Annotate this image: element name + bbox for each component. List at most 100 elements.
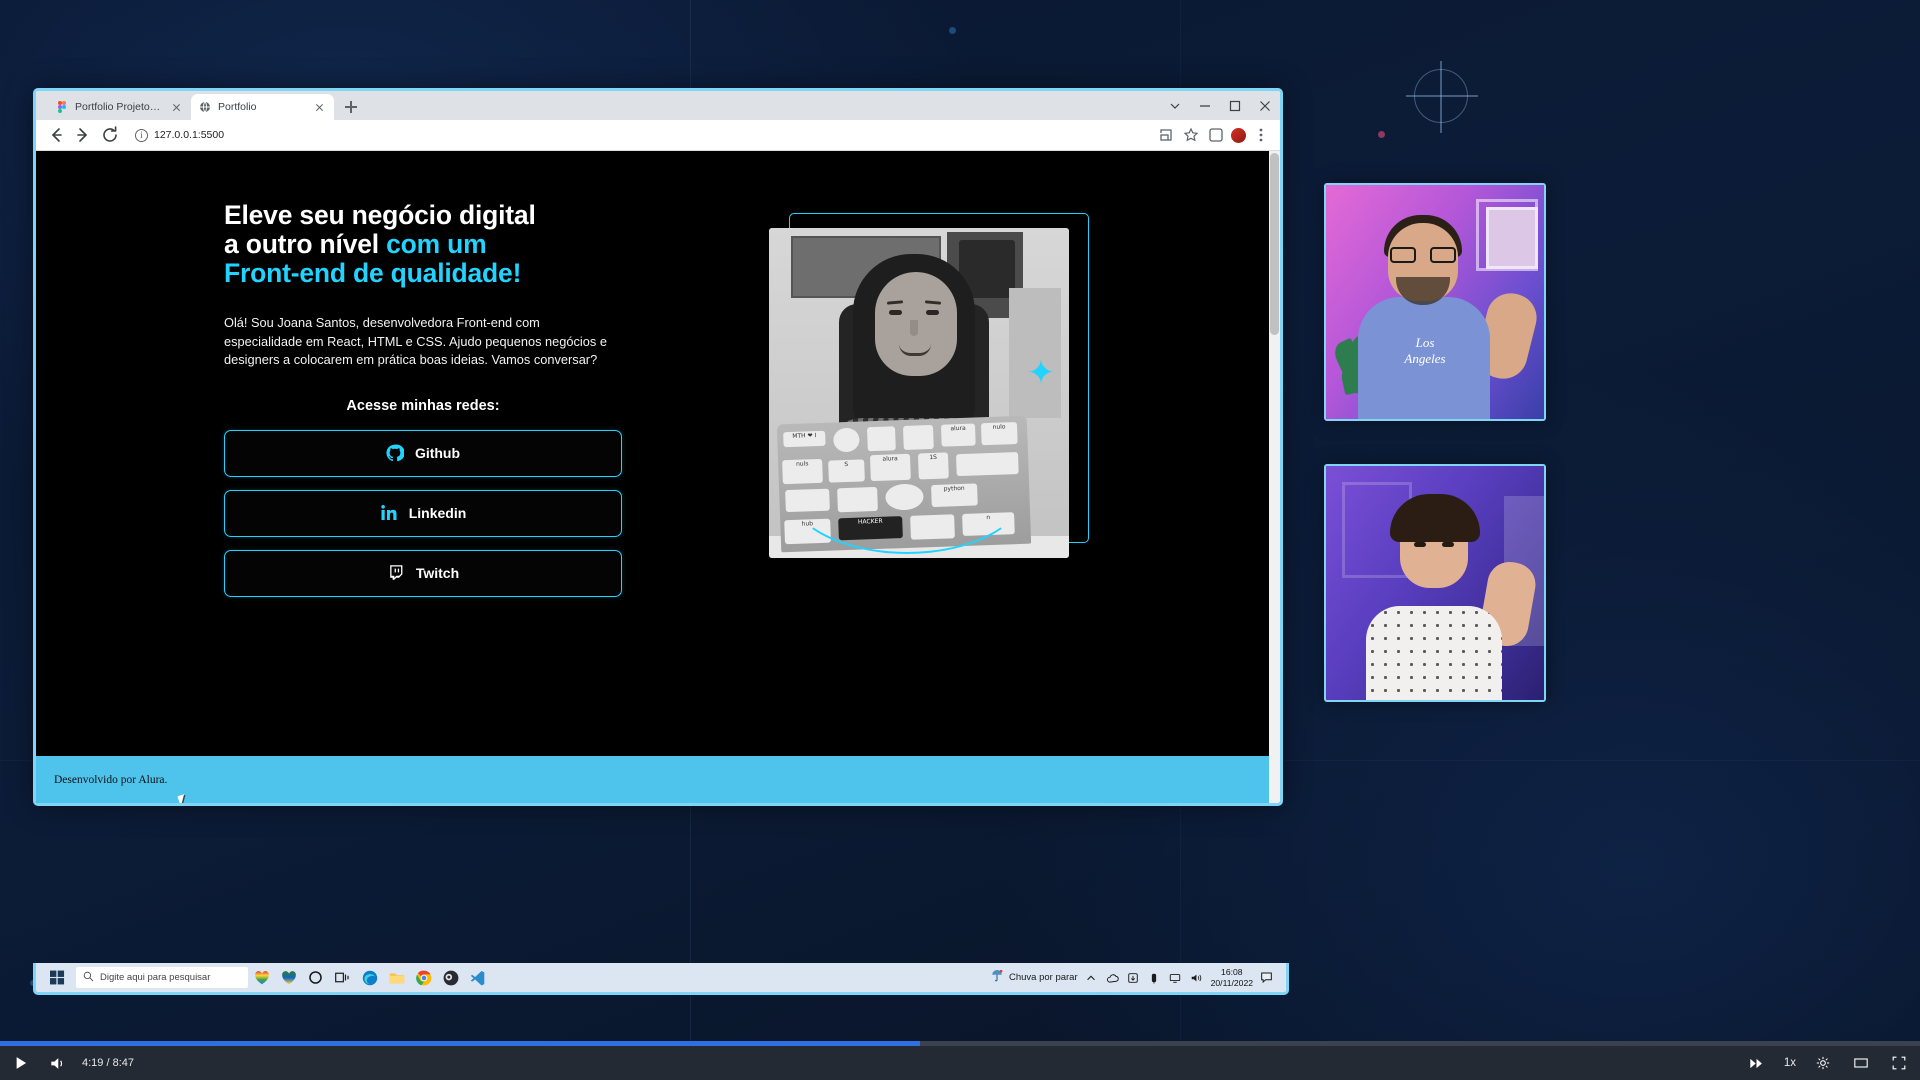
theater-mode-icon[interactable] bbox=[1850, 1052, 1872, 1074]
back-icon[interactable] bbox=[44, 123, 68, 147]
video-current-time: 4:19 bbox=[82, 1057, 104, 1069]
presenter-eye-right bbox=[1442, 542, 1454, 547]
cortana-icon[interactable] bbox=[302, 964, 329, 991]
hero-text-column: Eleve seu negócio digital a outro nível … bbox=[224, 200, 624, 597]
taskbar-clock[interactable]: 16:08 20/11/2022 bbox=[1211, 967, 1253, 988]
browser-tab-figma[interactable]: Portfolio Projeto 2 – Figma bbox=[48, 94, 191, 120]
close-icon[interactable] bbox=[1250, 91, 1280, 120]
task-view-icon[interactable] bbox=[329, 964, 356, 991]
video-time-label: 4:19 / 8:47 bbox=[82, 1057, 134, 1069]
new-tab-button[interactable] bbox=[340, 96, 362, 118]
chevron-down-icon[interactable] bbox=[1160, 91, 1190, 120]
close-icon[interactable] bbox=[169, 100, 183, 114]
play-icon[interactable] bbox=[10, 1052, 32, 1074]
browser-toolbar: i 127.0.0.1:5500 bbox=[36, 120, 1280, 151]
bio-paragraph: Olá! Sou Joana Santos, desenvolvedora Fr… bbox=[224, 315, 607, 368]
profile-photo: MTH ❤ I alura nulo nuls S alura 1S pytho… bbox=[769, 228, 1069, 558]
volume-icon[interactable] bbox=[46, 1052, 68, 1074]
presenter-camera-bottom bbox=[1324, 464, 1546, 702]
twitch-button[interactable]: Twitch bbox=[224, 549, 622, 597]
weather-widget[interactable]: Chuva por parar bbox=[990, 969, 1078, 986]
scrollbar-thumb[interactable] bbox=[1270, 153, 1279, 335]
headline-line-3-accent: Front-end de qualidade! bbox=[224, 258, 522, 289]
profile-avatar[interactable] bbox=[1230, 126, 1247, 144]
windows-taskbar: Digite aqui para pesquisar Chuva por par… bbox=[33, 963, 1289, 995]
extensions-icon[interactable] bbox=[1205, 124, 1227, 146]
hero-image-column: MTH ❤ I alura nulo nuls S alura 1S pytho… bbox=[769, 213, 1091, 578]
chevron-up-icon[interactable] bbox=[1085, 971, 1099, 985]
presenter-eye-left bbox=[1414, 542, 1426, 547]
linkedin-icon bbox=[380, 504, 398, 522]
browser-tab-title: Portfolio bbox=[218, 101, 257, 113]
obs-icon[interactable] bbox=[437, 964, 464, 991]
social-heading: Acesse minhas redes: bbox=[346, 397, 500, 414]
portfolio-page: Eleve seu negócio digital a outro nível … bbox=[36, 151, 1269, 803]
minimize-icon[interactable] bbox=[1190, 91, 1220, 120]
windows-start-icon[interactable] bbox=[42, 963, 72, 992]
video-total-time: 8:47 bbox=[112, 1057, 135, 1069]
browser-tab-title: Portfolio Projeto 2 – Figma bbox=[75, 101, 162, 113]
skip-forward-icon[interactable] bbox=[1746, 1052, 1768, 1074]
search-placeholder: Digite aqui para pesquisar bbox=[100, 972, 211, 983]
linkedin-button[interactable]: Linkedin bbox=[224, 489, 622, 537]
twitch-button-label: Twitch bbox=[415, 565, 460, 582]
clock-time: 16:08 bbox=[1221, 967, 1243, 978]
headline-line-2-accent: com um bbox=[386, 229, 487, 260]
network-icon[interactable] bbox=[1127, 971, 1141, 985]
edge-icon[interactable] bbox=[356, 964, 383, 991]
twitch-icon bbox=[387, 564, 405, 582]
video-time-separator: / bbox=[106, 1057, 110, 1069]
address-bar[interactable]: i 127.0.0.1:5500 bbox=[130, 124, 1152, 146]
social-button-list: Github Linkedin Twitch bbox=[224, 429, 622, 597]
umbrella-icon bbox=[990, 969, 1004, 986]
presenter-camera-top: Los Angeles bbox=[1324, 183, 1546, 421]
battery-icon[interactable] bbox=[1148, 971, 1162, 985]
chrome-icon[interactable] bbox=[410, 964, 437, 991]
close-icon[interactable] bbox=[312, 100, 326, 114]
gear-icon[interactable] bbox=[1812, 1052, 1834, 1074]
notification-icon[interactable] bbox=[1260, 971, 1274, 985]
heart-green-icon[interactable] bbox=[275, 964, 302, 991]
glasses-icon bbox=[1390, 247, 1456, 263]
browser-tab-strip: Portfolio Projeto 2 – Figma Portfolio bbox=[36, 91, 1280, 120]
share-icon[interactable] bbox=[1155, 124, 1177, 146]
volume-icon[interactable] bbox=[1190, 971, 1204, 985]
search-input[interactable]: Digite aqui para pesquisar bbox=[76, 967, 248, 988]
video-right-controls: 1x bbox=[1746, 1052, 1910, 1074]
playback-speed-label[interactable]: 1x bbox=[1784, 1057, 1796, 1069]
page-scrollbar[interactable] bbox=[1269, 151, 1280, 803]
browser-tab-portfolio[interactable]: Portfolio bbox=[191, 94, 334, 120]
fullscreen-icon[interactable] bbox=[1888, 1052, 1910, 1074]
site-info-icon[interactable]: i bbox=[135, 128, 148, 142]
browser-window: Portfolio Projeto 2 – Figma Portfolio bbox=[33, 88, 1283, 806]
kebab-menu-icon[interactable] bbox=[1250, 124, 1272, 146]
figma-icon bbox=[56, 101, 68, 113]
onedrive-icon[interactable] bbox=[1106, 971, 1120, 985]
system-tray: Chuva por parar 16:08 20/11/2022 bbox=[990, 967, 1280, 988]
bookmark-star-icon[interactable] bbox=[1180, 124, 1202, 146]
address-bar-url: 127.0.0.1:5500 bbox=[154, 129, 225, 141]
reload-icon[interactable] bbox=[98, 123, 122, 147]
presenter-shirt-text: Los Angeles bbox=[1404, 335, 1446, 367]
display-icon[interactable] bbox=[1169, 971, 1183, 985]
clock-date: 20/11/2022 bbox=[1210, 977, 1253, 988]
weather-text: Chuva por parar bbox=[1008, 972, 1078, 983]
hero-section: Eleve seu negócio digital a outro nível … bbox=[36, 151, 1269, 756]
globe-icon bbox=[199, 101, 211, 113]
maximize-icon[interactable] bbox=[1220, 91, 1250, 120]
linkedin-button-label: Linkedin bbox=[408, 505, 467, 522]
page-title: Eleve seu negócio digital a outro nível … bbox=[224, 200, 624, 289]
presenter-shirt-pattern bbox=[1366, 606, 1502, 700]
file-explorer-icon[interactable] bbox=[383, 964, 410, 991]
headline-line-1: Eleve seu negócio digital bbox=[224, 200, 536, 230]
crosshair-decoration bbox=[1406, 61, 1478, 133]
github-button[interactable]: Github bbox=[224, 429, 622, 477]
vscode-icon[interactable] bbox=[464, 964, 491, 991]
forward-icon[interactable] bbox=[71, 123, 95, 147]
github-button-label: Github bbox=[414, 445, 461, 462]
heart-rainbow-icon[interactable] bbox=[248, 964, 275, 991]
headline-line-2: a outro nível bbox=[224, 229, 387, 260]
page-viewport: Eleve seu negócio digital a outro nível … bbox=[36, 151, 1280, 803]
video-player-controls: 4:19 / 8:47 1x bbox=[0, 1046, 1920, 1080]
wall-picture-decor bbox=[1486, 207, 1538, 269]
